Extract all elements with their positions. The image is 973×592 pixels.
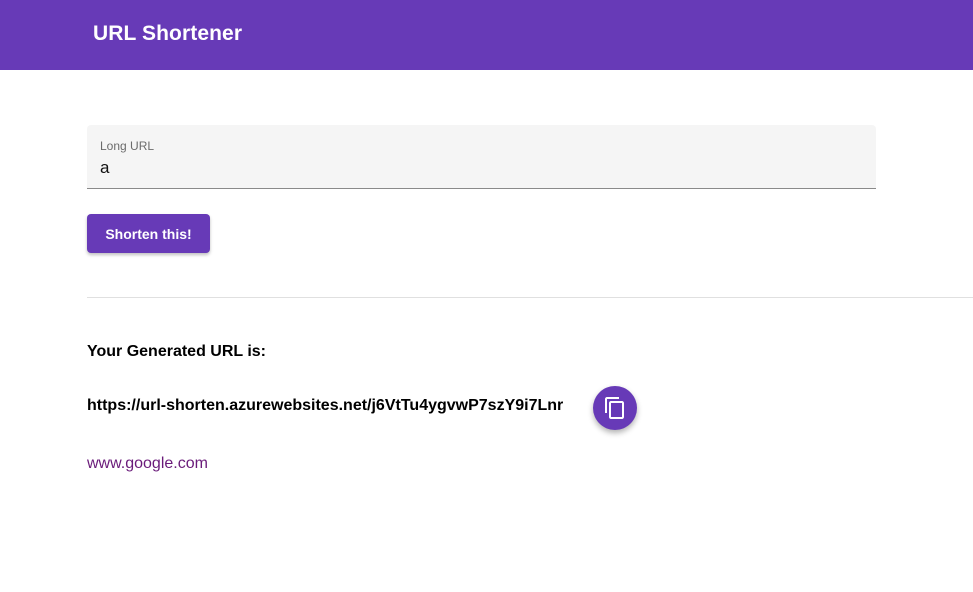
copy-button[interactable] — [593, 386, 637, 430]
shorten-button[interactable]: Shorten this! — [87, 214, 210, 253]
long-url-field[interactable]: Long URL — [87, 125, 876, 189]
app-title: URL Shortener — [93, 22, 243, 45]
copy-icon — [605, 397, 624, 419]
app-bar: URL Shortener — [0, 0, 973, 70]
long-url-input[interactable] — [100, 157, 860, 179]
result-heading: Your Generated URL is: — [87, 343, 266, 360]
original-url-link[interactable]: www.google.com — [87, 455, 208, 473]
generated-url: https://url-shorten.azurewebsites.net/j6… — [87, 397, 564, 414]
long-url-label: Long URL — [100, 139, 155, 153]
divider — [87, 297, 973, 298]
